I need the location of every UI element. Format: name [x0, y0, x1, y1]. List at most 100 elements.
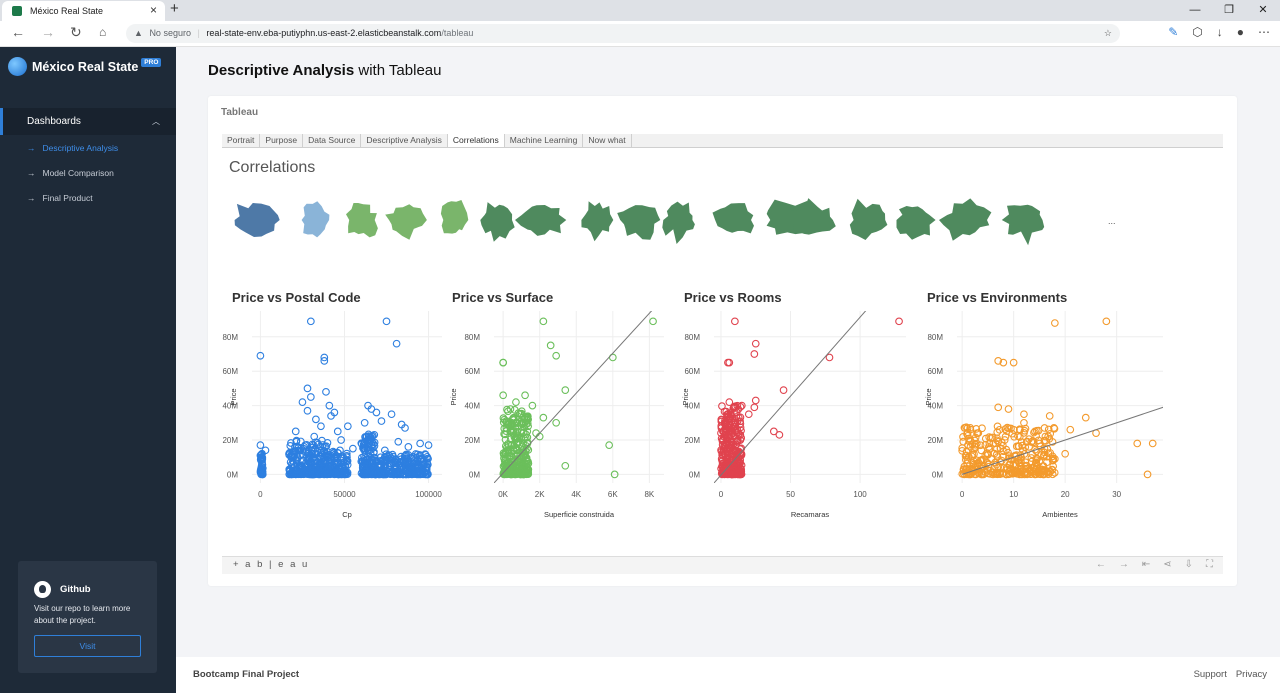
- state-map-shape[interactable]: [896, 206, 936, 240]
- tab-portrait[interactable]: Portrait: [222, 134, 261, 147]
- data-point[interactable]: [751, 396, 760, 405]
- state-map-shape[interactable]: [789, 198, 836, 235]
- data-point[interactable]: [546, 341, 555, 350]
- close-window-icon[interactable]: ✕: [1246, 0, 1280, 21]
- state-map-shape[interactable]: [234, 203, 280, 237]
- tab-correlations[interactable]: Correlations: [447, 134, 505, 147]
- data-point[interactable]: [1081, 413, 1090, 422]
- data-point[interactable]: [303, 384, 312, 393]
- data-point[interactable]: [561, 461, 570, 470]
- close-tab-icon[interactable]: ×: [150, 3, 157, 17]
- privacy-link[interactable]: Privacy: [1236, 669, 1267, 680]
- tab-now-what[interactable]: Now what: [583, 134, 632, 147]
- data-point[interactable]: [1133, 439, 1142, 448]
- state-map-shape[interactable]: [939, 198, 992, 241]
- brand[interactable]: México Real State PRO: [8, 57, 162, 76]
- sidebar-item-model-comparison[interactable]: → Model Comparison: [27, 168, 114, 178]
- data-point[interactable]: [750, 403, 759, 412]
- data-point[interactable]: [775, 430, 784, 439]
- data-point[interactable]: [539, 413, 548, 422]
- data-point[interactable]: [552, 351, 561, 360]
- data-point[interactable]: [306, 393, 315, 401]
- new-tab-icon[interactable]: +: [170, 0, 179, 17]
- data-point[interactable]: [751, 339, 760, 348]
- state-map-shape[interactable]: [346, 203, 378, 238]
- data-point[interactable]: [605, 441, 614, 450]
- redo-icon[interactable]: →: [1119, 559, 1129, 570]
- data-point[interactable]: [372, 408, 381, 417]
- profile-icon[interactable]: ●: [1237, 25, 1244, 39]
- state-map-shape[interactable]: [1001, 204, 1045, 246]
- sidebar-item-descriptive-analysis[interactable]: → Descriptive Analysis: [27, 143, 118, 153]
- puzzle-icon[interactable]: ⬡: [1192, 25, 1202, 39]
- reload-icon[interactable]: ↻: [70, 24, 82, 41]
- restore-icon[interactable]: ❐: [1212, 0, 1246, 21]
- data-point[interactable]: [552, 418, 561, 427]
- tableau-logo[interactable]: + a b | e a u: [233, 559, 309, 570]
- data-point[interactable]: [306, 317, 315, 326]
- forward-icon[interactable]: →: [41, 24, 55, 40]
- state-map-shape[interactable]: [301, 201, 330, 238]
- data-point[interactable]: [380, 446, 389, 455]
- data-point[interactable]: [317, 422, 325, 431]
- state-map-shape[interactable]: [515, 205, 567, 236]
- data-point[interactable]: [1020, 410, 1028, 419]
- data-point[interactable]: [539, 317, 548, 326]
- tab-purpose[interactable]: Purpose: [260, 134, 304, 147]
- visit-button[interactable]: Visit: [34, 635, 141, 657]
- browser-tab[interactable]: México Real State ×: [2, 1, 165, 21]
- undo-icon[interactable]: ←: [1096, 559, 1106, 570]
- data-point[interactable]: [349, 444, 357, 453]
- data-point[interactable]: [1040, 424, 1049, 432]
- data-point[interactable]: [360, 418, 369, 427]
- data-point[interactable]: [416, 439, 424, 448]
- downloads-icon[interactable]: ↓: [1217, 25, 1223, 39]
- data-point[interactable]: [298, 398, 307, 407]
- data-point[interactable]: [1148, 439, 1157, 448]
- data-point[interactable]: [382, 317, 391, 326]
- state-map-shape[interactable]: [480, 202, 515, 242]
- data-point[interactable]: [512, 398, 520, 407]
- state-map-shape[interactable]: [849, 198, 888, 240]
- data-point[interactable]: [1102, 317, 1111, 326]
- data-point[interactable]: [322, 387, 330, 396]
- data-point[interactable]: [392, 339, 401, 348]
- data-point[interactable]: [291, 427, 300, 436]
- data-point[interactable]: [725, 398, 734, 407]
- data-point[interactable]: [1066, 425, 1075, 434]
- minimize-icon[interactable]: —: [1178, 0, 1212, 21]
- data-point[interactable]: [312, 415, 320, 424]
- data-point[interactable]: [744, 410, 753, 419]
- state-map-shape[interactable]: [712, 203, 755, 234]
- tab-data-source[interactable]: Data Source: [303, 134, 362, 147]
- data-point[interactable]: [649, 317, 657, 326]
- more-maps-ellipsis[interactable]: ...: [1108, 216, 1116, 226]
- data-point[interactable]: [343, 422, 352, 431]
- state-map-shape[interactable]: [617, 205, 661, 240]
- pen-extension-icon[interactable]: ✎: [1168, 25, 1178, 39]
- data-point[interactable]: [1050, 319, 1059, 327]
- favorite-star-icon[interactable]: ☆: [1104, 24, 1112, 43]
- data-point[interactable]: [404, 443, 413, 451]
- tab-machine-learning[interactable]: Machine Learning: [505, 134, 584, 147]
- fullscreen-icon[interactable]: ⛶: [1206, 559, 1213, 570]
- data-point[interactable]: [561, 386, 570, 394]
- data-point[interactable]: [895, 317, 903, 326]
- data-point[interactable]: [394, 437, 403, 446]
- back-icon[interactable]: ←: [11, 24, 25, 40]
- data-point[interactable]: [750, 350, 759, 358]
- data-point[interactable]: [994, 403, 1003, 412]
- data-point[interactable]: [387, 410, 396, 419]
- data-point[interactable]: [377, 417, 386, 425]
- more-menu-icon[interactable]: ⋯: [1258, 25, 1270, 39]
- tab-descriptive-analysis[interactable]: Descriptive Analysis: [361, 134, 448, 147]
- support-link[interactable]: Support: [1194, 669, 1227, 680]
- data-point[interactable]: [521, 391, 529, 400]
- sidebar-dashboards[interactable]: Dashboards ︿: [0, 108, 176, 135]
- revert-icon[interactable]: ⇤: [1142, 559, 1150, 570]
- share-icon[interactable]: ⋖: [1163, 559, 1171, 570]
- data-point[interactable]: [1004, 405, 1013, 413]
- data-point[interactable]: [731, 317, 739, 326]
- state-map-shape[interactable]: [581, 201, 614, 242]
- data-point[interactable]: [1045, 412, 1054, 420]
